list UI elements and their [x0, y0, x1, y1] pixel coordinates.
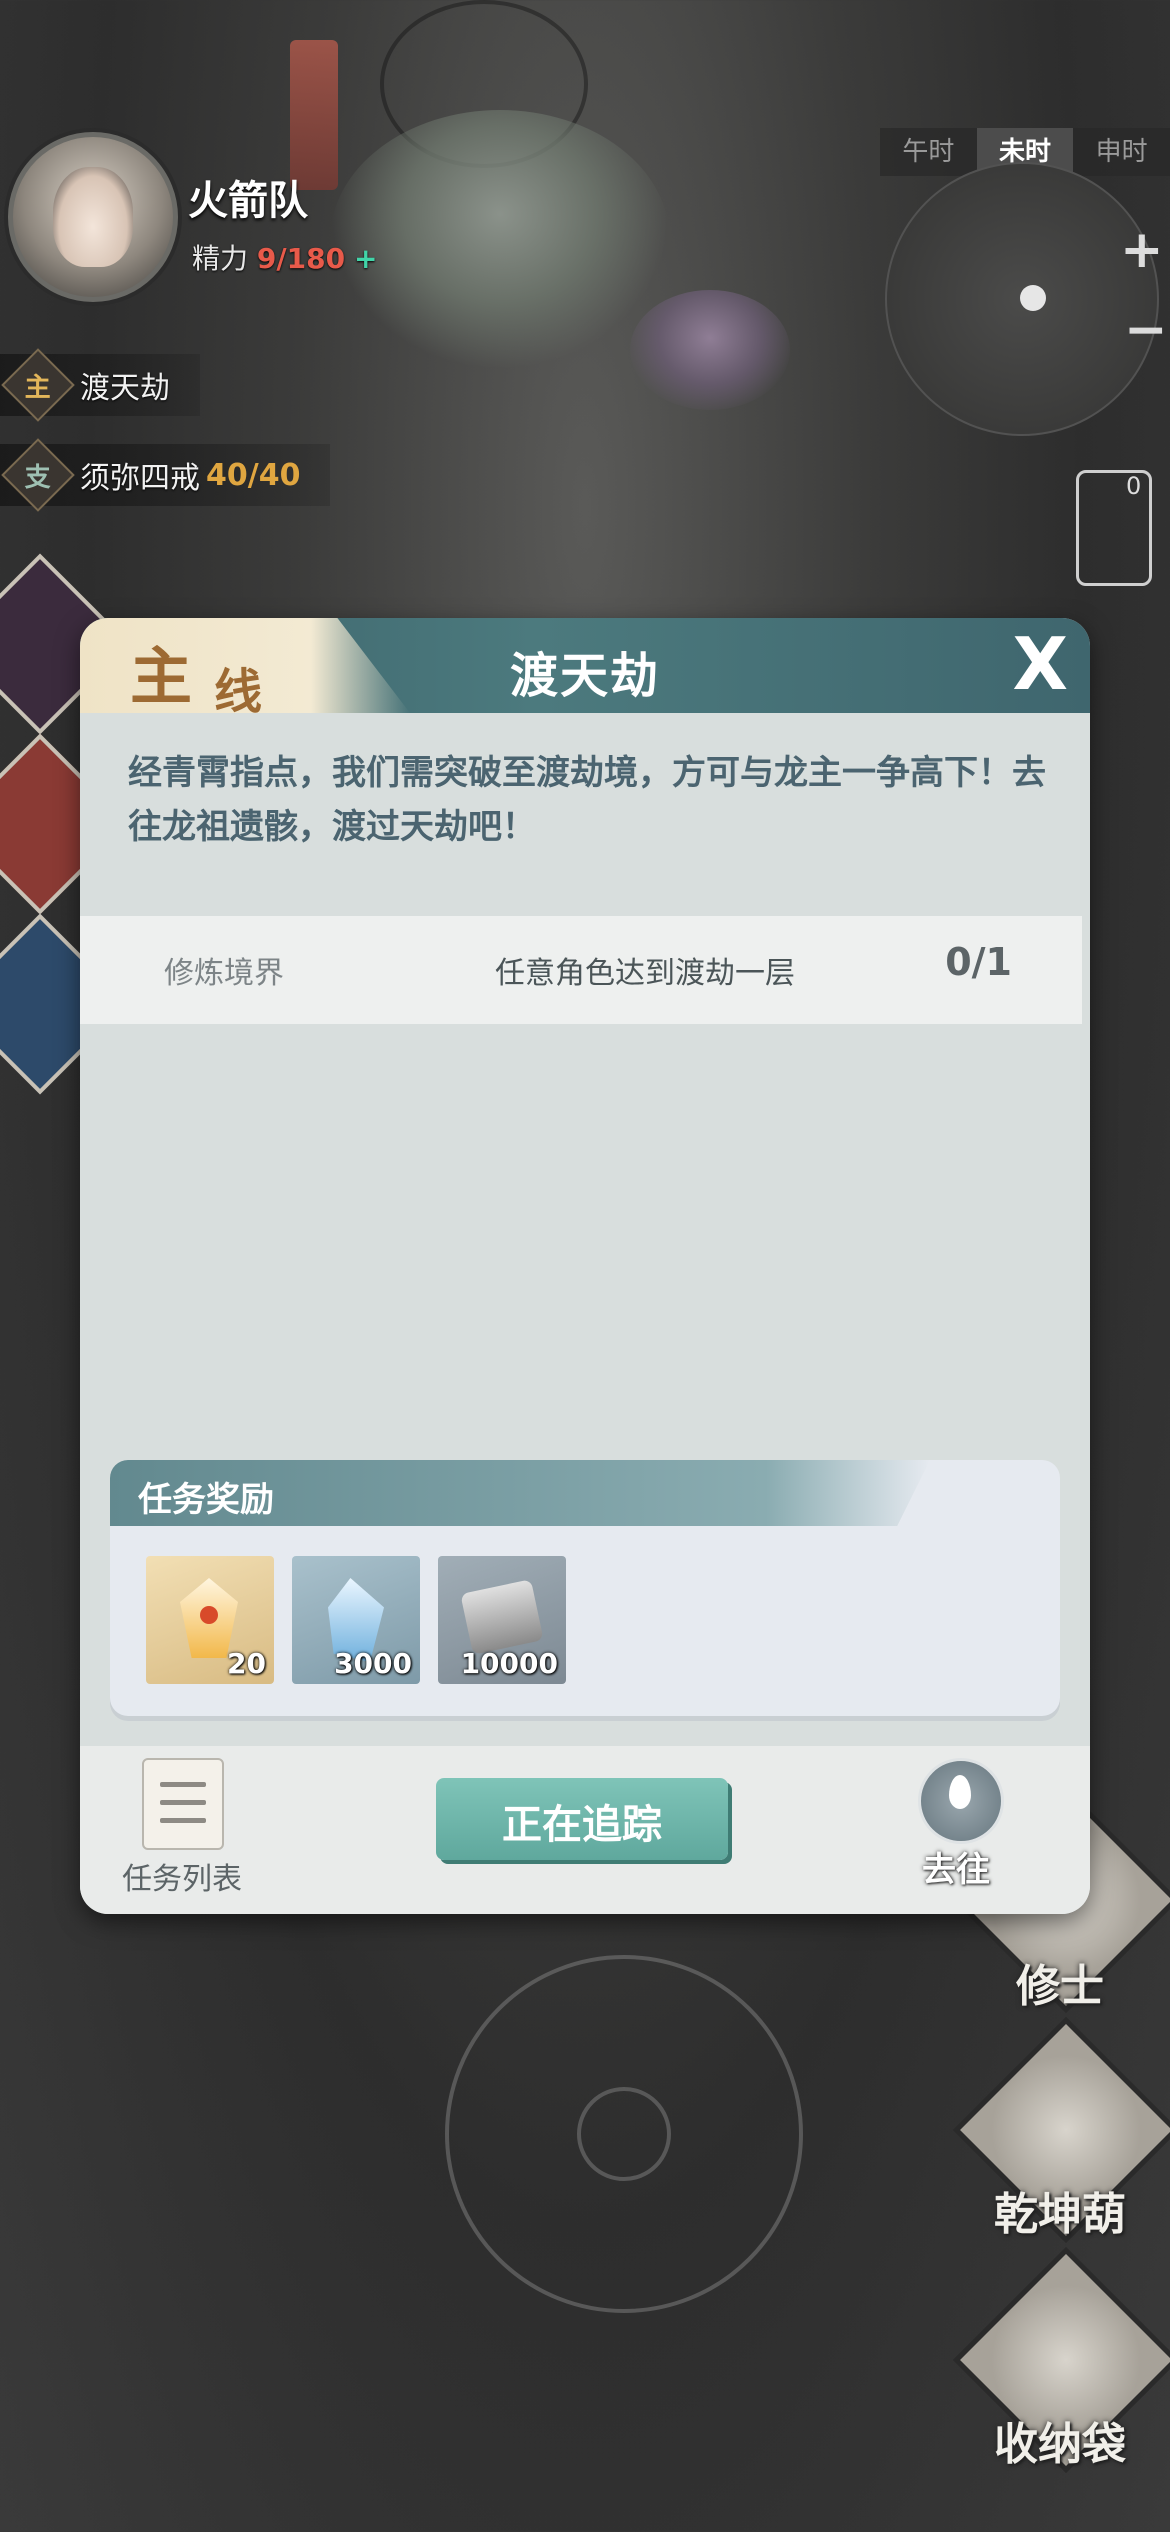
- dialog-footer: 任务列表 正在追踪 去往: [80, 1746, 1090, 1914]
- goto-label[interactable]: 去往: [922, 1842, 990, 1891]
- side-quest-name: 须弥四戒: [80, 461, 200, 496]
- objective-category: 修炼境界: [164, 956, 284, 991]
- energy-value: 9/180: [256, 242, 346, 275]
- gold-gem-icon: [180, 1578, 238, 1658]
- gourd-label[interactable]: 乾坤葫: [960, 2178, 1160, 2242]
- time-tab-wu[interactable]: 午时: [880, 128, 977, 176]
- quest-objective-row: 修炼境界 任意角色达到渡劫一层 0/1: [80, 916, 1082, 1024]
- energy-add-button[interactable]: +: [354, 242, 377, 275]
- side-quest-progress: 40/40: [206, 457, 301, 493]
- objective-requirement: 任意角色达到渡劫一层: [495, 956, 795, 991]
- tracking-button[interactable]: 正在追踪: [436, 1778, 728, 1860]
- dialog-title: 渡天劫: [509, 648, 660, 704]
- reward-qty: 3000: [334, 1647, 412, 1680]
- map-pin-icon[interactable]: [918, 1758, 1004, 1844]
- scroll-icon: [460, 1579, 544, 1655]
- player-location-marker: [1020, 285, 1046, 311]
- reward-item[interactable]: 20: [146, 1556, 274, 1684]
- side-quest-tracker[interactable]: 支 须弥四戒 40/40: [0, 438, 331, 512]
- reward-title: 任务奖励: [138, 1480, 274, 1520]
- close-button[interactable]: X: [1012, 622, 1068, 706]
- dialog-header: 主 线 渡天劫 X: [80, 618, 1090, 713]
- time-tab-shen[interactable]: 申时: [1073, 128, 1170, 176]
- bag-label[interactable]: 收纳袋: [960, 2408, 1160, 2472]
- quest-list-icon[interactable]: [142, 1758, 224, 1850]
- reward-qty: 20: [227, 1647, 266, 1680]
- cultivator-label[interactable]: 修士: [960, 1950, 1160, 2014]
- joystick-knob[interactable]: [577, 2087, 671, 2181]
- floating-island: [330, 110, 670, 370]
- energy-label: 精力: [192, 242, 249, 275]
- objective-progress: 0/1: [945, 940, 1012, 984]
- reward-qty: 10000: [460, 1647, 558, 1680]
- reward-item[interactable]: 10000: [438, 1556, 566, 1684]
- quest-detail-dialog: 主 线 渡天劫 X 经青霄指点，我们需突破至渡劫境，方可与龙主一争高下！去往龙祖…: [80, 618, 1090, 1914]
- main-quest-tracker[interactable]: 主 渡天劫: [0, 348, 200, 422]
- quest-description: 经青霄指点，我们需突破至渡劫境，方可与龙主一争高下！去往龙祖遗骸，渡过天劫吧！: [128, 753, 1046, 847]
- quest-list-label[interactable]: 任务列表: [122, 1854, 242, 1898]
- avatar-face: [53, 167, 133, 267]
- zoom-out-button[interactable]: −: [1124, 300, 1168, 360]
- reward-item[interactable]: 3000: [292, 1556, 420, 1684]
- reward-panel: 任务奖励 20 3000 10000: [110, 1460, 1060, 1716]
- main-quest-badge: 主: [1, 348, 75, 422]
- floating-island-small: [630, 290, 790, 410]
- main-quest-name: 渡天劫: [80, 371, 170, 406]
- energy-display: 精力 9/180 +: [192, 237, 377, 277]
- reward-header: 任务奖励: [110, 1460, 930, 1526]
- notification-count: 0: [1126, 472, 1142, 500]
- zoom-in-button[interactable]: +: [1120, 220, 1164, 280]
- tracking-button-label: 正在追踪: [502, 1802, 662, 1848]
- side-quest-badge: 支: [1, 438, 75, 512]
- player-avatar[interactable]: [8, 132, 178, 302]
- player-name: 火箭队: [188, 178, 308, 224]
